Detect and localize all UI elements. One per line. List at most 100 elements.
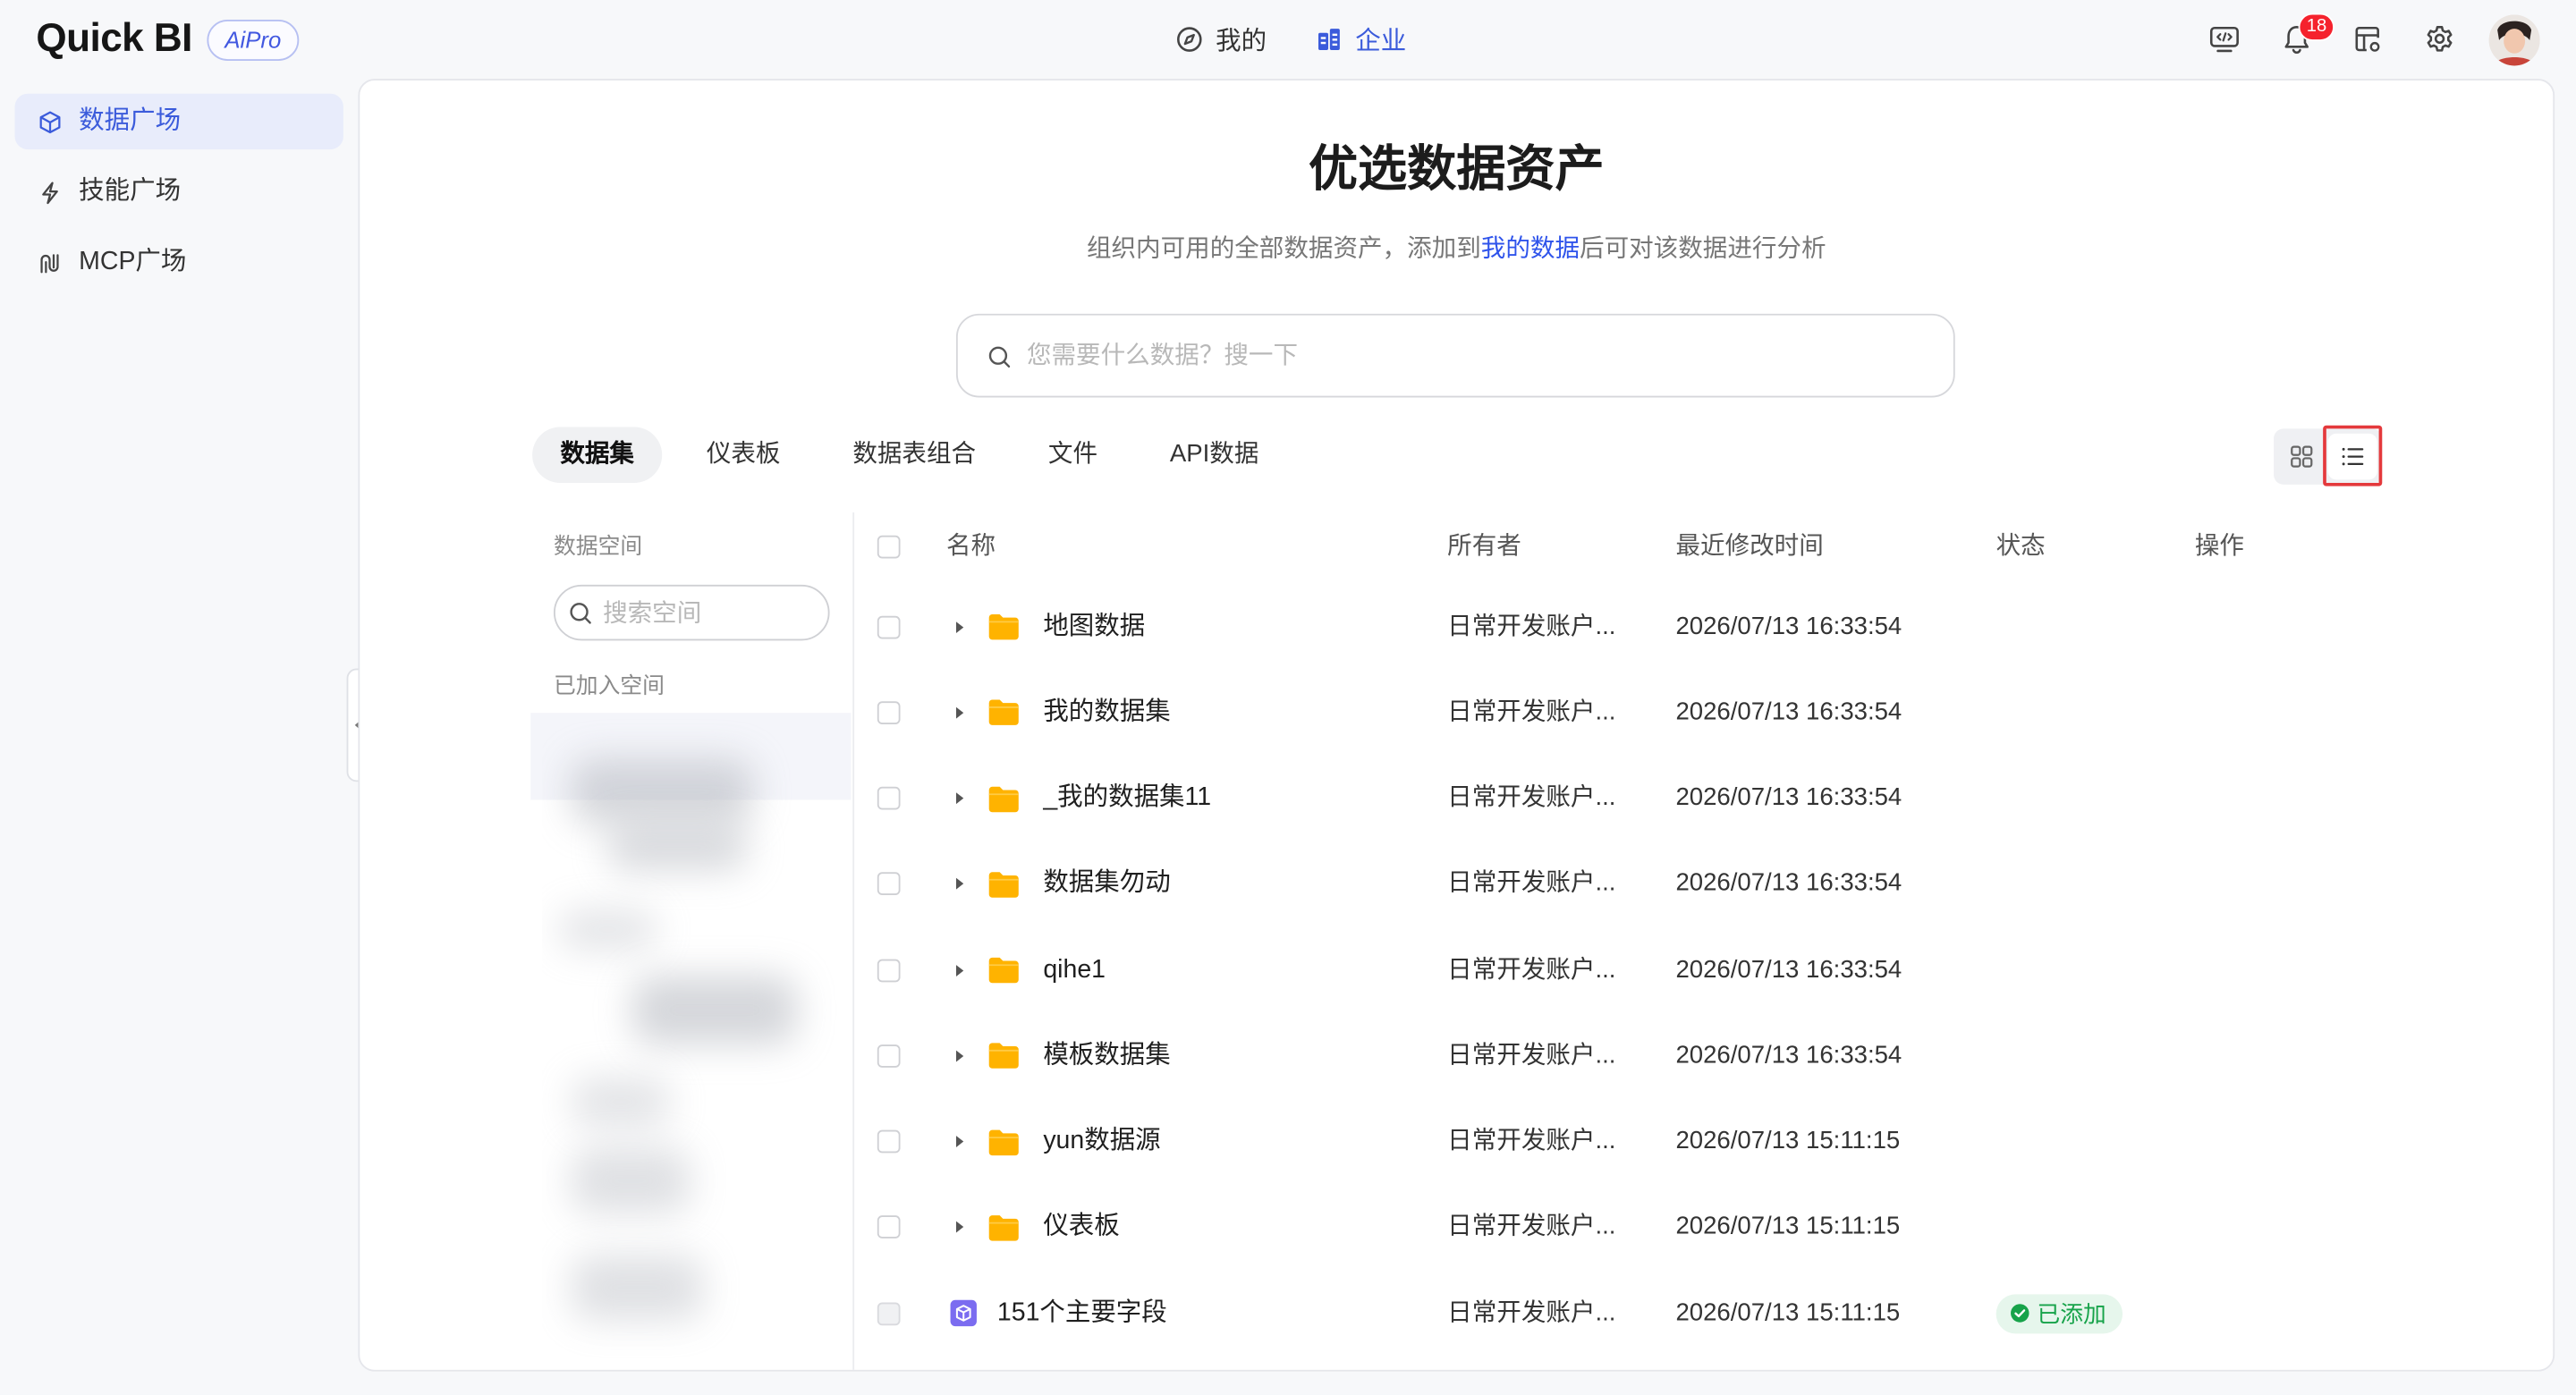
aipro-badge[interactable]: AiPro <box>207 20 300 61</box>
expand-caret-icon[interactable] <box>951 619 967 635</box>
table-row[interactable]: 151个主要字段 日常开发账户... 2026/07/13 15:11:15 已添加 <box>360 1271 2553 1357</box>
row-checkbox[interactable] <box>877 1301 901 1325</box>
folder-icon <box>987 1213 1021 1241</box>
sidebar-item-mcp-square[interactable]: MCP广场 <box>15 235 343 291</box>
row-modified-time: 2026/07/13 16:33:54 <box>1675 783 1902 812</box>
row-owner: 日常开发账户... <box>1447 698 1616 726</box>
page-subtitle: 组织内可用的全部数据资产，添加到我的数据后可对该数据进行分析 <box>360 232 2553 267</box>
tab-file[interactable]: 文件 <box>1021 427 1126 483</box>
folder-icon <box>987 613 1021 640</box>
row-modified-time: 2026/07/13 16:33:54 <box>1675 698 1902 726</box>
nav-mine[interactable]: 我的 <box>1176 21 1267 57</box>
asset-search-box[interactable] <box>955 313 1955 398</box>
column-header-status[interactable]: 状态 <box>1996 508 2046 587</box>
grid-view-button[interactable] <box>2277 434 2326 479</box>
row-owner: 日常开发账户... <box>1447 1212 1616 1241</box>
row-checkbox[interactable] <box>877 786 901 810</box>
row-modified-time: 2026/07/13 16:33:54 <box>1675 869 1902 898</box>
table-row[interactable]: yun数据源 日常开发账户... 2026/07/13 15:11:15 <box>360 1099 2553 1185</box>
expand-caret-icon[interactable] <box>951 1219 967 1235</box>
asset-type-tabs: 数据集 仪表板 数据表组合 文件 API数据 <box>532 427 1287 484</box>
row-owner: 日常开发账户... <box>1447 1041 1616 1070</box>
tab-table-combination[interactable]: 数据表组合 <box>825 427 1004 483</box>
row-name[interactable]: 地图数据 <box>1043 584 1145 670</box>
table-row[interactable]: qihe1 日常开发账户... 2026/07/13 16:33:54 <box>360 927 2553 1013</box>
row-modified-time: 2026/07/13 16:33:54 <box>1675 955 1902 984</box>
grid-icon <box>2291 445 2313 468</box>
tab-api-data[interactable]: API数据 <box>1142 427 1287 483</box>
gear-icon[interactable] <box>2423 23 2456 56</box>
code-monitor-icon[interactable] <box>2208 23 2241 56</box>
row-checkbox[interactable] <box>877 700 901 724</box>
search-icon <box>987 345 1013 370</box>
column-header-modified[interactable]: 最近修改时间 <box>1675 508 1823 587</box>
row-checkbox[interactable] <box>877 1044 901 1068</box>
folder-icon <box>987 870 1021 898</box>
row-checkbox[interactable] <box>877 958 901 982</box>
page-title: 优选数据资产 <box>1308 142 1605 198</box>
row-checkbox[interactable] <box>877 614 901 638</box>
row-name[interactable]: 模板数据集 <box>1043 1013 1170 1099</box>
folder-icon <box>987 698 1021 726</box>
table-row[interactable]: 我的数据集 日常开发账户... 2026/07/13 16:33:54 <box>360 670 2553 756</box>
lightning-icon <box>38 180 63 205</box>
row-owner: 日常开发账户... <box>1447 783 1616 812</box>
expand-caret-icon[interactable] <box>951 961 967 977</box>
column-header-owner[interactable]: 所有者 <box>1447 508 1521 587</box>
select-all-checkbox[interactable] <box>877 535 901 559</box>
table-row[interactable]: 数据集勿动 日常开发账户... 2026/07/13 16:33:54 <box>360 841 2553 927</box>
table-row[interactable]: 仪表板 日常开发账户... 2026/07/13 15:11:15 <box>360 1185 2553 1271</box>
row-modified-time: 2026/07/13 15:11:15 <box>1675 1212 1901 1241</box>
table-body: 地图数据 日常开发账户... 2026/07/13 16:33:54 我的数据集 日常开… <box>360 584 2553 1356</box>
row-name[interactable]: 仪表板 <box>1043 1185 1119 1271</box>
row-checkbox[interactable] <box>877 1215 901 1239</box>
notification-count-badge[interactable]: 18 <box>2298 13 2335 41</box>
my-data-link[interactable]: 我的数据 <box>1481 235 1580 263</box>
folder-icon <box>987 784 1021 812</box>
tab-dashboard[interactable]: 仪表板 <box>679 427 809 483</box>
row-modified-time: 2026/07/13 16:33:54 <box>1675 1041 1902 1070</box>
row-name[interactable]: 151个主要字段 <box>997 1271 1167 1357</box>
row-modified-time: 2026/07/13 15:11:15 <box>1675 1127 1901 1155</box>
avatar[interactable] <box>2488 14 2540 66</box>
row-name[interactable]: _我的数据集11 <box>1043 756 1211 841</box>
table-row[interactable]: 地图数据 日常开发账户... 2026/07/13 16:33:54 <box>360 584 2553 670</box>
row-modified-time: 2026/07/13 16:33:54 <box>1675 612 1902 640</box>
expand-caret-icon[interactable] <box>951 1047 967 1063</box>
building-icon <box>1316 26 1342 52</box>
status-label: 已添加 <box>2037 1299 2106 1327</box>
folder-icon <box>987 1042 1021 1070</box>
sidebar-item-label: 技能广场 <box>79 177 182 206</box>
sidebar-item-label: 数据广场 <box>79 106 182 135</box>
folder-icon <box>987 1128 1021 1155</box>
row-name[interactable]: 我的数据集 <box>1043 670 1170 756</box>
expand-caret-icon[interactable] <box>951 1133 967 1149</box>
cube-icon <box>38 109 63 134</box>
row-owner: 日常开发账户... <box>1447 612 1616 640</box>
row-owner: 日常开发账户... <box>1447 955 1616 984</box>
row-name[interactable]: qihe1 <box>1043 927 1106 1013</box>
sidebar-item-data-square[interactable]: 数据广场 <box>14 93 343 150</box>
row-name[interactable]: yun数据源 <box>1043 1099 1160 1185</box>
column-header-actions: 操作 <box>2194 532 2245 561</box>
row-checkbox[interactable] <box>877 1129 901 1154</box>
table-row[interactable]: 模板数据集 日常开发账户... 2026/07/13 16:33:54 <box>360 1013 2553 1099</box>
row-checkbox[interactable] <box>877 872 901 896</box>
row-modified-time: 2026/07/13 15:11:15 <box>1675 1298 1901 1327</box>
expand-caret-icon[interactable] <box>951 705 967 721</box>
nav-enterprise[interactable]: 企业 <box>1316 21 1406 57</box>
expand-caret-icon[interactable] <box>951 790 967 806</box>
row-name[interactable]: 数据集勿动 <box>1043 841 1170 927</box>
logo[interactable]: Quick BI <box>36 15 192 64</box>
table-row[interactable]: _我的数据集11 日常开发账户... 2026/07/13 16:33:54 <box>360 756 2553 841</box>
expand-caret-icon[interactable] <box>951 875 967 892</box>
column-header-name[interactable]: 名称 <box>946 508 996 587</box>
row-owner: 日常开发账户... <box>1447 1127 1616 1155</box>
sidebar-item-skill-square[interactable]: 技能广场 <box>15 165 343 220</box>
table-settings-icon[interactable] <box>2351 23 2384 56</box>
asset-search-input[interactable] <box>1026 315 1931 396</box>
tab-dataset[interactable]: 数据集 <box>532 427 663 484</box>
compass-icon <box>1176 26 1202 52</box>
highlight-box <box>2323 425 2383 486</box>
dataset-icon <box>950 1299 978 1327</box>
